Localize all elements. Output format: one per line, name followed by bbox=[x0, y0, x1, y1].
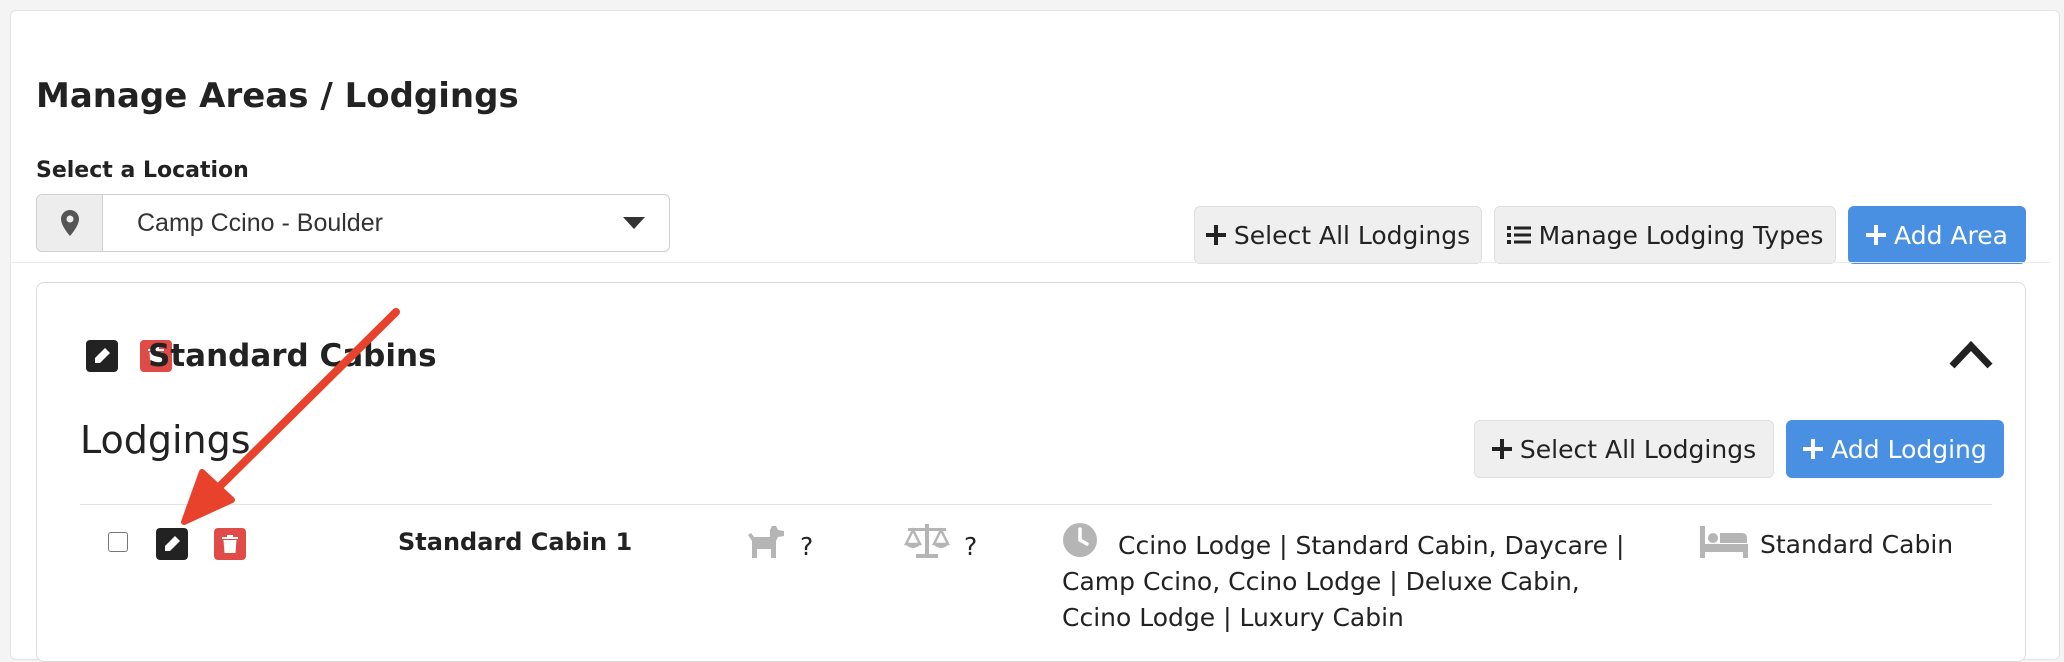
lodging-availability: Ccino Lodge | Standard Cabin, Daycare | … bbox=[1062, 531, 1625, 632]
chevron-up-icon bbox=[1949, 340, 1993, 369]
plus-icon bbox=[1205, 225, 1226, 245]
location-label: Select a Location bbox=[36, 158, 249, 183]
policy-value: ? bbox=[964, 532, 978, 561]
select-all-lodgings-button[interactable]: Select All Lodgings bbox=[1194, 206, 1482, 264]
select-all-lodgings-label: Select All Lodgings bbox=[1233, 220, 1471, 250]
toolbar-divider bbox=[8, 262, 2050, 263]
add-lodging-button[interactable]: Add Lodging bbox=[1786, 420, 2004, 478]
page-title: Manage Areas / Lodgings bbox=[36, 76, 519, 116]
edit-icon bbox=[165, 536, 180, 551]
edit-icon bbox=[95, 348, 110, 363]
location-select-value: Camp Ccino - Boulder bbox=[137, 208, 383, 237]
lodging-type: Standard Cabin bbox=[1760, 530, 1954, 559]
select-all-area-lodgings-label: Select All Lodgings bbox=[1519, 434, 1757, 464]
edit-lodging-button[interactable] bbox=[156, 528, 188, 560]
manage-lodging-types-button[interactable]: Manage Lodging Types bbox=[1494, 206, 1836, 264]
area-name: Standard Cabins bbox=[148, 338, 437, 374]
add-area-label: Add Area bbox=[1894, 220, 2008, 250]
lodgings-divider bbox=[80, 504, 1992, 505]
list-icon bbox=[1506, 226, 1531, 244]
scale-icon bbox=[904, 524, 950, 558]
lodging-checkbox[interactable] bbox=[108, 532, 128, 552]
delete-lodging-button[interactable] bbox=[214, 528, 246, 560]
map-marker-icon bbox=[60, 210, 79, 236]
pets-value: ? bbox=[800, 532, 814, 561]
caret-down-icon bbox=[599, 195, 669, 251]
dog-icon bbox=[748, 526, 784, 558]
manage-lodging-types-label: Manage Lodging Types bbox=[1538, 220, 1824, 250]
location-addon bbox=[37, 195, 103, 251]
lodging-name: Standard Cabin 1 bbox=[398, 528, 633, 556]
add-area-button[interactable]: Add Area bbox=[1848, 206, 2026, 264]
bed-icon bbox=[1700, 526, 1748, 558]
plus-icon bbox=[1803, 439, 1824, 459]
trash-icon bbox=[222, 535, 238, 553]
add-lodging-label: Add Lodging bbox=[1831, 434, 1987, 464]
lodgings-heading: Lodgings bbox=[80, 418, 251, 462]
location-select[interactable]: Camp Ccino - Boulder bbox=[36, 194, 670, 252]
plus-icon bbox=[1491, 439, 1512, 459]
collapse-button[interactable] bbox=[1948, 338, 1994, 370]
plus-icon bbox=[1866, 225, 1887, 245]
select-all-area-lodgings-button[interactable]: Select All Lodgings bbox=[1474, 420, 1774, 478]
edit-area-button[interactable] bbox=[86, 340, 118, 372]
